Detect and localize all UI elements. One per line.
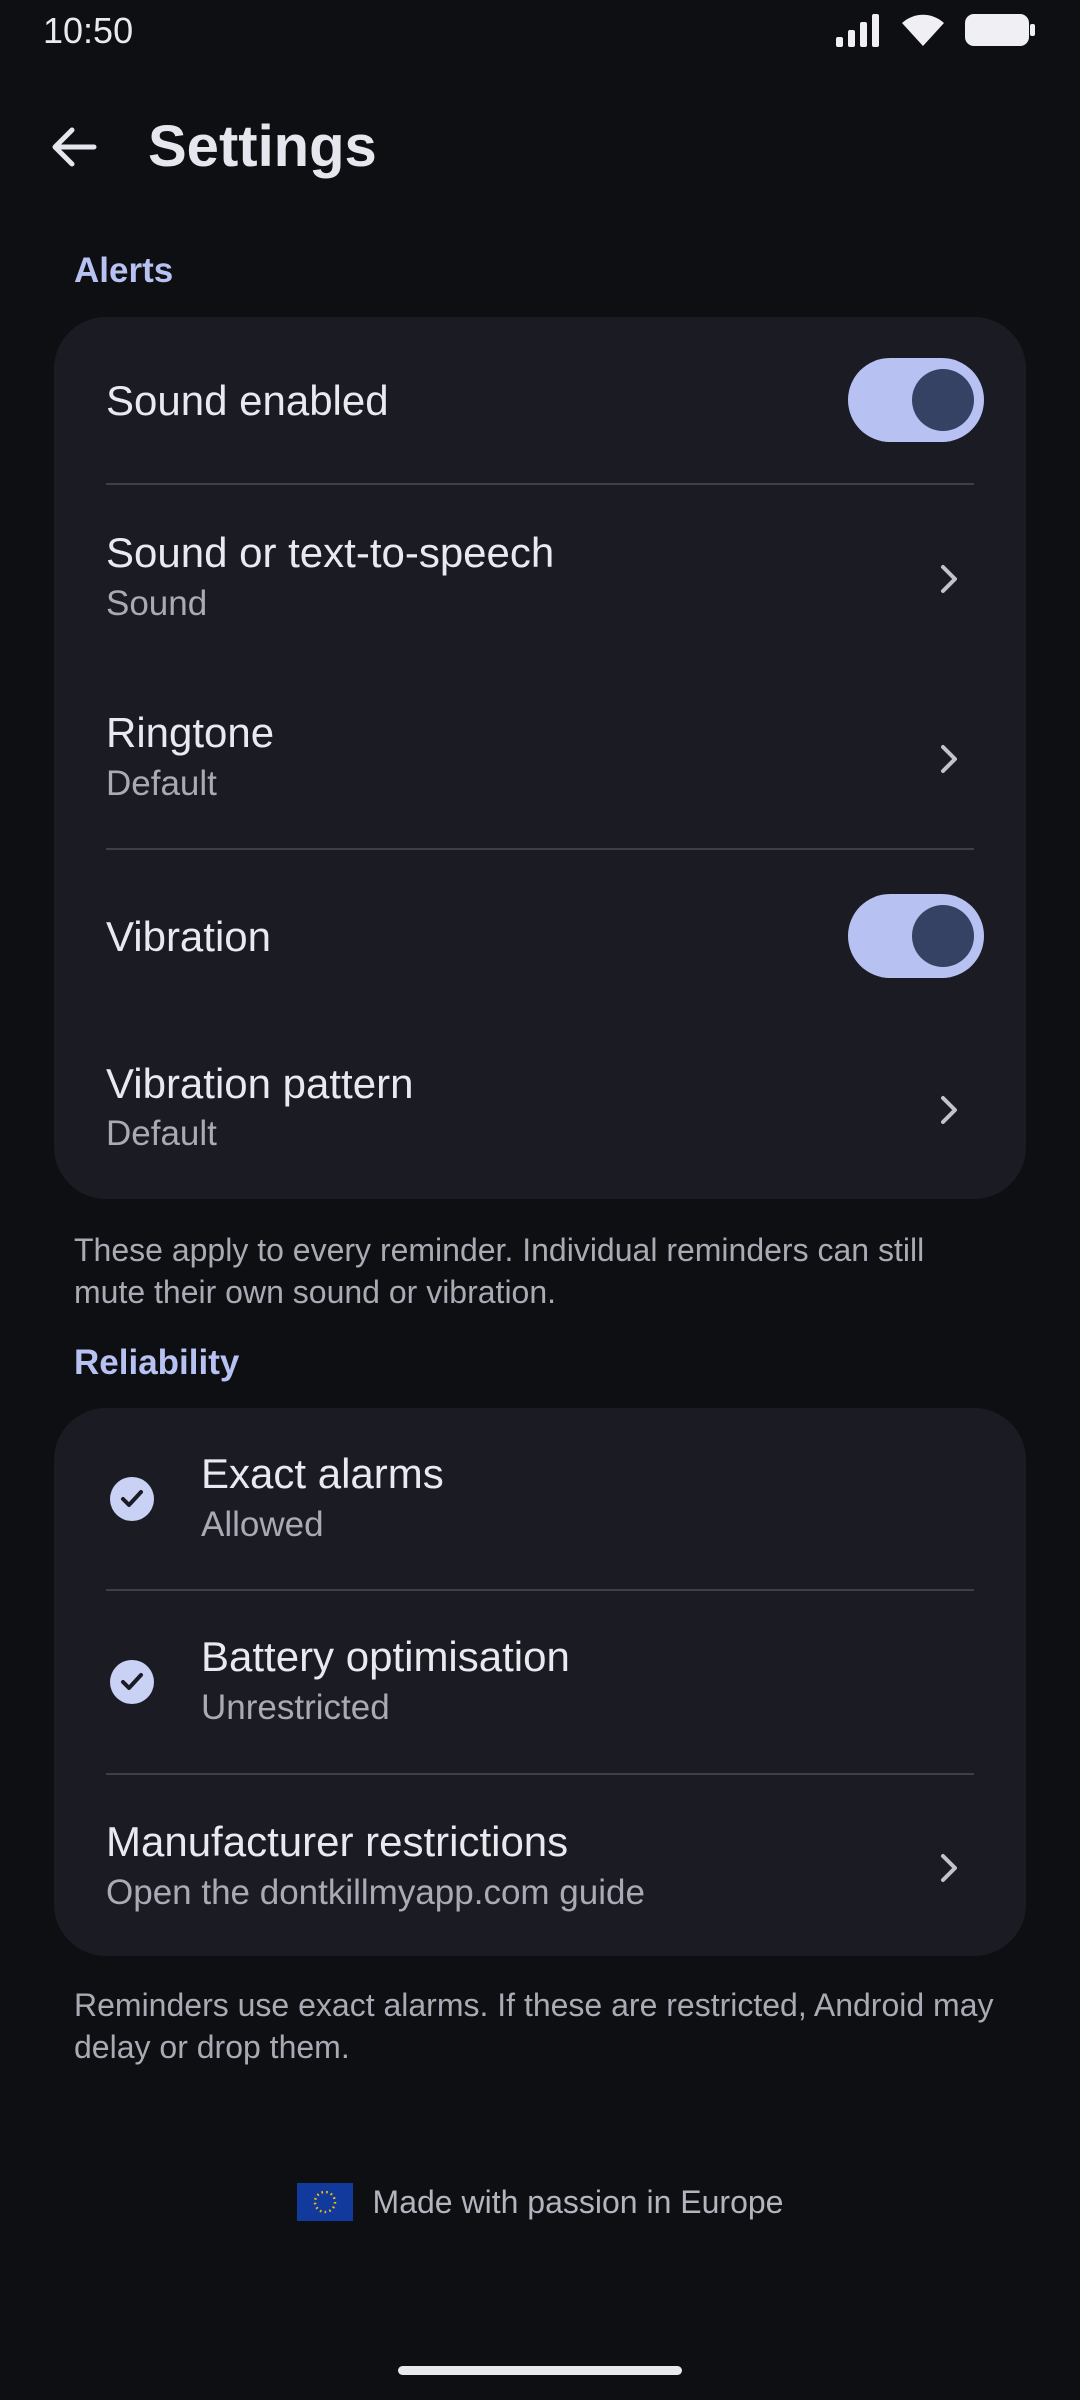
alerts-card: Sound enabled Sound or text-to-speech So… — [54, 317, 1026, 1199]
signal-icon — [836, 14, 879, 47]
sound-enabled-row[interactable]: Sound enabled — [54, 317, 1026, 482]
manufacturer-restrictions-row[interactable]: Manufacturer restrictions Open the dontk… — [54, 1775, 1026, 1956]
vibration-row[interactable]: Vibration — [54, 850, 1026, 1020]
vibration-label: Vibration — [106, 913, 272, 960]
ringtone-row[interactable]: Ringtone Default — [54, 665, 1026, 845]
toggle-knob — [912, 905, 974, 967]
battery-optimisation-value: Unrestricted — [201, 1688, 390, 1727]
check-circle-icon — [110, 1477, 154, 1521]
alerts-footnote: These apply to every reminder. Individua… — [74, 1232, 925, 1310]
battery-icon — [965, 14, 1035, 46]
made-in-europe: Made with passion in Europe — [0, 2180, 1080, 2224]
page-title: Settings — [148, 114, 377, 179]
vibration-pattern-label: Vibration pattern — [106, 1060, 414, 1107]
check-circle-icon — [110, 1660, 154, 1704]
vibration-toggle[interactable] — [848, 894, 984, 978]
chevron-right-icon — [941, 565, 957, 593]
sound-or-tts-row[interactable]: Sound or text-to-speech Sound — [54, 485, 1026, 665]
manufacturer-restrictions-label: Manufacturer restrictions — [106, 1818, 569, 1865]
vibration-pattern-row[interactable]: Vibration pattern Default — [54, 1020, 1026, 1199]
sound-enabled-label: Sound enabled — [106, 377, 389, 424]
home-indicator[interactable] — [398, 2366, 682, 2375]
arrow-back-icon — [52, 127, 97, 167]
sound-or-tts-value: Sound — [106, 584, 208, 623]
app-bar: Settings — [0, 95, 1080, 200]
status-icons — [834, 12, 1036, 48]
section-header-reliability: Reliability — [74, 1343, 240, 1382]
status-time: 10:50 — [43, 10, 134, 51]
made-with-passion-text: Made with passion in Europe — [372, 2183, 784, 2220]
exact-alarms-row: Exact alarms Allowed — [54, 1408, 1026, 1588]
sound-or-tts-label: Sound or text-to-speech — [106, 529, 555, 576]
exact-alarms-value: Allowed — [201, 1505, 324, 1544]
reliability-card: Exact alarms Allowed Battery optimisatio… — [54, 1408, 1026, 1956]
status-bar: 10:50 — [0, 0, 1080, 62]
sound-enabled-toggle[interactable] — [848, 358, 984, 442]
chevron-right-icon — [941, 1096, 957, 1124]
battery-optimisation-label: Battery optimisation — [201, 1633, 570, 1680]
section-header-alerts: Alerts — [74, 251, 174, 290]
reliability-footnote: Reminders use exact alarms. If these are… — [74, 1987, 994, 2065]
battery-optimisation-row: Battery optimisation Unrestricted — [54, 1591, 1026, 1771]
wifi-icon — [902, 14, 944, 46]
exact-alarms-label: Exact alarms — [201, 1450, 444, 1497]
ringtone-label: Ringtone — [106, 709, 275, 756]
chevron-right-icon — [941, 1854, 957, 1882]
chevron-right-icon — [941, 745, 957, 773]
manufacturer-restrictions-value: Open the dontkillmyapp.com guide — [106, 1873, 645, 1912]
back-button[interactable] — [38, 119, 110, 175]
eu-flag-icon — [296, 2183, 353, 2221]
ringtone-value: Default — [106, 764, 217, 803]
vibration-pattern-value: Default — [106, 1114, 217, 1153]
toggle-knob — [912, 369, 974, 431]
